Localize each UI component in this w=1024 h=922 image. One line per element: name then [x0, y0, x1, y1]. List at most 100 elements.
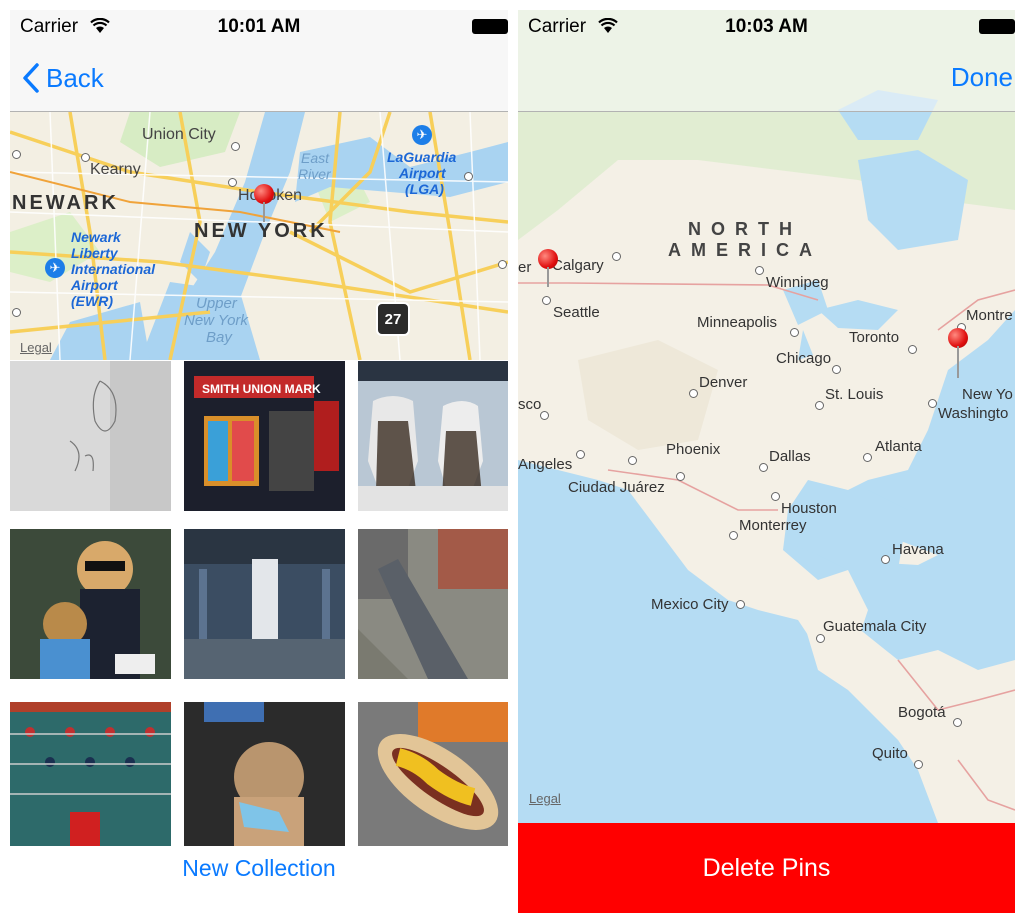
city-marker — [228, 178, 237, 187]
map-pin-icon[interactable] — [254, 184, 274, 222]
map-label-continent: NORTH AMERICA — [668, 219, 822, 261]
map-label-new-york: NEW YORK — [194, 220, 328, 242]
city-label-monterrey: Monterrey — [739, 517, 807, 534]
city-label-havana: Havana — [892, 541, 944, 558]
city-marker — [676, 472, 685, 481]
done-button[interactable]: Done — [951, 62, 1013, 93]
map-label-newark-airport-3: International — [71, 261, 156, 277]
map-legal-link[interactable]: Legal — [20, 340, 52, 355]
city-label-montreal: Montre — [966, 307, 1013, 324]
city-marker — [729, 531, 738, 540]
location-map[interactable]: Union City Kearny East River ✈ LaGuardia… — [10, 112, 508, 360]
city-label-san-francisco: sco — [518, 396, 542, 413]
city-label-bogota: Bogotá — [898, 704, 946, 721]
city-label-toronto: Toronto — [849, 329, 900, 346]
map-label-laguardia-2: Airport — [399, 165, 446, 181]
city-marker — [908, 345, 917, 354]
new-collection-button[interactable]: New Collection — [10, 855, 508, 882]
city-label-chicago: Chicago — [776, 350, 832, 367]
photo-cell[interactable] — [358, 702, 508, 846]
city-marker — [81, 153, 90, 162]
map-label-upper-bay-3: Bay — [206, 329, 232, 346]
map-legal-link[interactable]: Legal — [529, 791, 561, 806]
city-label-calgary: Calgary — [552, 257, 604, 274]
city-label-houston: Houston — [781, 500, 837, 517]
back-label: Back — [46, 62, 104, 93]
city-label-winnipeg: Winnipeg — [766, 274, 829, 291]
map-label-laguardia-3: (LGA) — [405, 181, 444, 197]
airport-icon: ✈ — [412, 125, 432, 145]
map-label-newark-airport-2: Liberty — [71, 245, 118, 261]
city-label-mexico-city: Mexico City — [651, 596, 729, 613]
map-label-east-river-2: River — [298, 166, 331, 182]
photo-cell[interactable]: SMITH UNION MARK — [184, 361, 345, 511]
city-marker — [863, 453, 872, 462]
city-marker — [576, 450, 585, 459]
map-pin-icon[interactable] — [538, 249, 558, 287]
photo-cell[interactable] — [10, 529, 171, 679]
city-label-phoenix: Phoenix — [666, 441, 721, 458]
city-marker — [628, 456, 637, 465]
map-label-upper-bay: Upper — [196, 295, 237, 312]
back-button[interactable]: Back — [22, 58, 104, 98]
city-label-seattle: Seattle — [553, 304, 600, 321]
chevron-left-icon — [23, 63, 39, 93]
city-label-new-york: New Yo — [962, 386, 1013, 403]
map-label-upper-bay-2: New York — [184, 312, 248, 329]
city-marker — [816, 634, 825, 643]
map-label-newark: NEWARK — [12, 192, 119, 214]
photo-cell[interactable] — [184, 702, 345, 846]
map-label-newark-airport: Newark — [71, 229, 121, 245]
city-marker — [755, 266, 764, 275]
city-marker — [612, 252, 621, 261]
city-marker — [953, 718, 962, 727]
city-label-washington: Washingto — [938, 405, 1009, 422]
city-marker — [928, 399, 937, 408]
map-label-newark-airport-5: (EWR) — [71, 293, 113, 309]
city-marker — [540, 411, 549, 420]
airport-icon: ✈ — [45, 258, 65, 278]
travel-locations-screen: Carrier 10:03 AM Done NORTH AMERICA er C… — [518, 10, 1015, 913]
city-marker — [231, 142, 240, 151]
city-marker — [881, 555, 890, 564]
status-bar: Carrier 10:01 AM — [10, 10, 508, 44]
north-america-map[interactable]: Carrier 10:03 AM Done NORTH AMERICA er C… — [518, 10, 1015, 823]
route-shield-icon: 27 — [376, 302, 410, 336]
city-marker — [914, 760, 923, 769]
map-label-newark-airport-4: Airport — [71, 277, 118, 293]
city-label-guatemala-city: Guatemala City — [823, 618, 927, 635]
city-label-los-angeles: Angeles — [518, 456, 573, 473]
photo-cell[interactable] — [358, 529, 508, 679]
photo-cell[interactable] — [358, 361, 508, 511]
city-label-atlanta: Atlanta — [875, 438, 922, 455]
delete-pins-button[interactable]: Delete Pins — [518, 823, 1015, 913]
map-label-union-city: Union City — [142, 126, 216, 143]
city-marker — [736, 600, 745, 609]
map-pin-icon[interactable] — [948, 328, 968, 378]
city-marker — [12, 150, 21, 159]
battery-icon — [979, 19, 1015, 34]
continent-line-1: NORTH — [688, 219, 802, 239]
status-time: 10:03 AM — [725, 16, 808, 37]
photo-cell[interactable] — [10, 361, 171, 511]
city-label-dallas: Dallas — [769, 448, 811, 465]
city-marker — [498, 260, 507, 269]
photo-album-screen: Carrier 10:01 AM Back Union City Kearny … — [10, 10, 508, 913]
city-label-st-louis: St. Louis — [825, 386, 884, 403]
navigation-bar: Carrier 10:01 AM Back — [10, 10, 508, 112]
city-marker — [689, 389, 698, 398]
city-label-quito: Quito — [872, 745, 908, 762]
city-marker — [815, 401, 824, 410]
city-marker — [759, 463, 768, 472]
city-marker — [542, 296, 551, 305]
photo-cell[interactable] — [10, 702, 171, 846]
map-label-kearny: Kearny — [90, 161, 141, 178]
photo-cell[interactable] — [184, 529, 345, 679]
city-marker — [790, 328, 799, 337]
map-label-east-river: East — [301, 150, 330, 166]
navigation-bar: Carrier 10:03 AM Done — [518, 10, 1015, 112]
city-marker — [12, 308, 21, 317]
city-marker — [771, 492, 780, 501]
map-label-laguardia: LaGuardia — [387, 149, 457, 165]
city-label-vancouver: er — [518, 259, 532, 276]
